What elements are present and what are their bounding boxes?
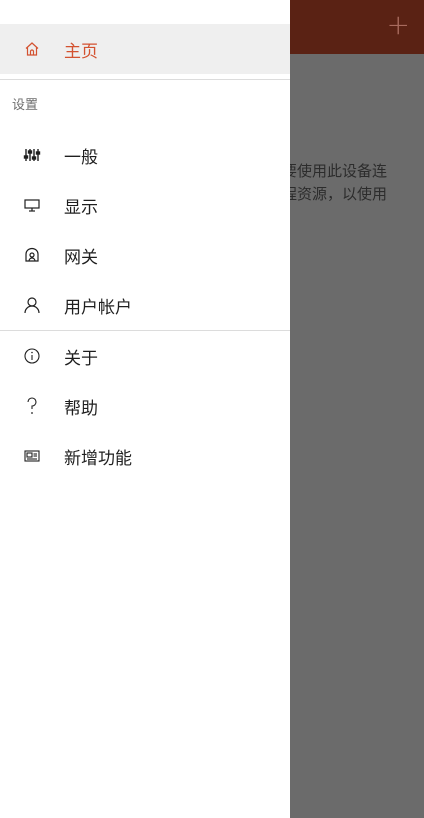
nav-item-about[interactable]: 关于 — [0, 331, 290, 381]
nav-item-gateway[interactable]: 网关 — [0, 230, 290, 280]
nav-item-display-label: 显示 — [64, 197, 98, 218]
sliders-icon — [0, 147, 64, 163]
help-icon — [0, 396, 64, 416]
nav-item-home-label: 主页 — [64, 41, 98, 62]
nav-item-display[interactable]: 显示 — [0, 180, 290, 230]
nav-item-help-label: 帮助 — [64, 398, 98, 419]
gateway-icon — [0, 247, 64, 263]
nav-item-general[interactable]: 一般 — [0, 130, 290, 180]
divider — [0, 79, 290, 80]
nav-item-general-label: 一般 — [64, 147, 98, 168]
whats-new-icon — [0, 448, 64, 464]
background-body-text: 要使用此设备连 程资源，以使用 — [282, 160, 424, 206]
nav-item-about-label: 关于 — [64, 348, 98, 369]
nav-item-user-accounts-label: 用户帐户 — [64, 297, 132, 318]
home-icon — [0, 41, 64, 57]
nav-item-home[interactable]: 主页 — [0, 24, 290, 74]
nav-item-user-accounts[interactable]: 用户帐户 — [0, 280, 290, 330]
nav-item-help[interactable]: 帮助 — [0, 381, 290, 431]
background-text-line-1: 要使用此设备连 — [282, 162, 388, 180]
plus-icon[interactable]: + — [387, 8, 410, 42]
nav-item-whats-new-label: 新增功能 — [64, 448, 132, 469]
navigation-drawer: 主页 设置 一般 显示 网关 用户帐户 关于 帮助 新增功能 — [0, 0, 290, 818]
nav-item-gateway-label: 网关 — [64, 247, 98, 268]
background-text-line-2: 程资源，以使用 — [282, 185, 388, 203]
user-icon — [0, 296, 64, 314]
info-icon — [0, 347, 64, 365]
monitor-icon — [0, 197, 64, 213]
settings-section-label: 设置 — [12, 98, 39, 113]
nav-item-whats-new[interactable]: 新增功能 — [0, 431, 290, 481]
